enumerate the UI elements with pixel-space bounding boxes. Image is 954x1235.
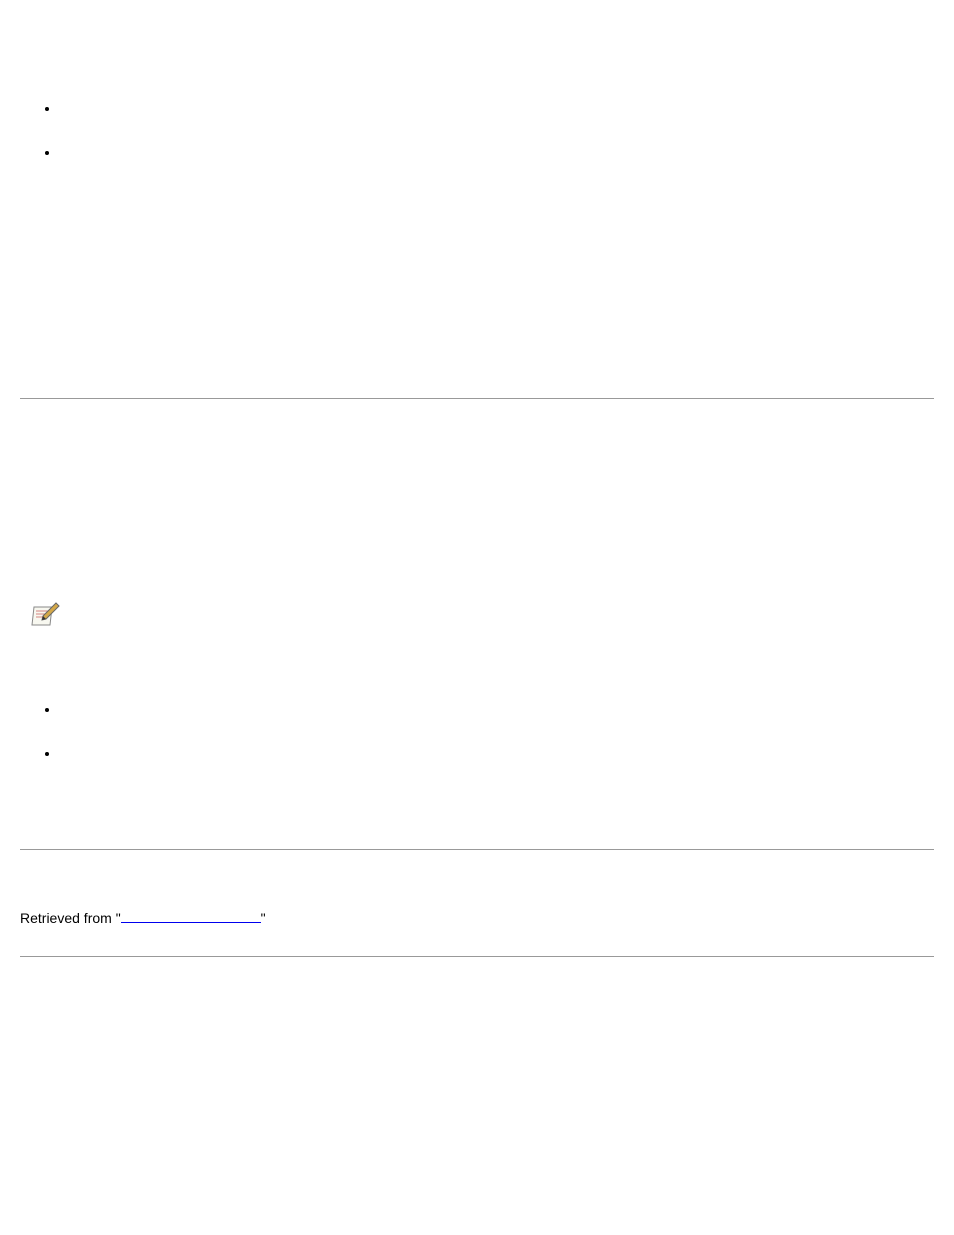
divider <box>20 956 934 957</box>
bullet-list-1 <box>20 100 934 160</box>
divider <box>20 849 934 850</box>
note-pencil-icon <box>30 599 62 631</box>
retrieved-prefix: Retrieved from " <box>20 910 121 926</box>
retrieved-link[interactable] <box>121 922 261 923</box>
bullet-list-2 <box>20 701 934 761</box>
list-item <box>60 100 934 116</box>
divider <box>20 398 934 399</box>
list-item <box>60 701 934 717</box>
retrieved-suffix: " <box>261 910 266 926</box>
list-item <box>60 144 934 160</box>
list-item <box>60 745 934 761</box>
retrieved-from: Retrieved from " " <box>20 910 934 926</box>
